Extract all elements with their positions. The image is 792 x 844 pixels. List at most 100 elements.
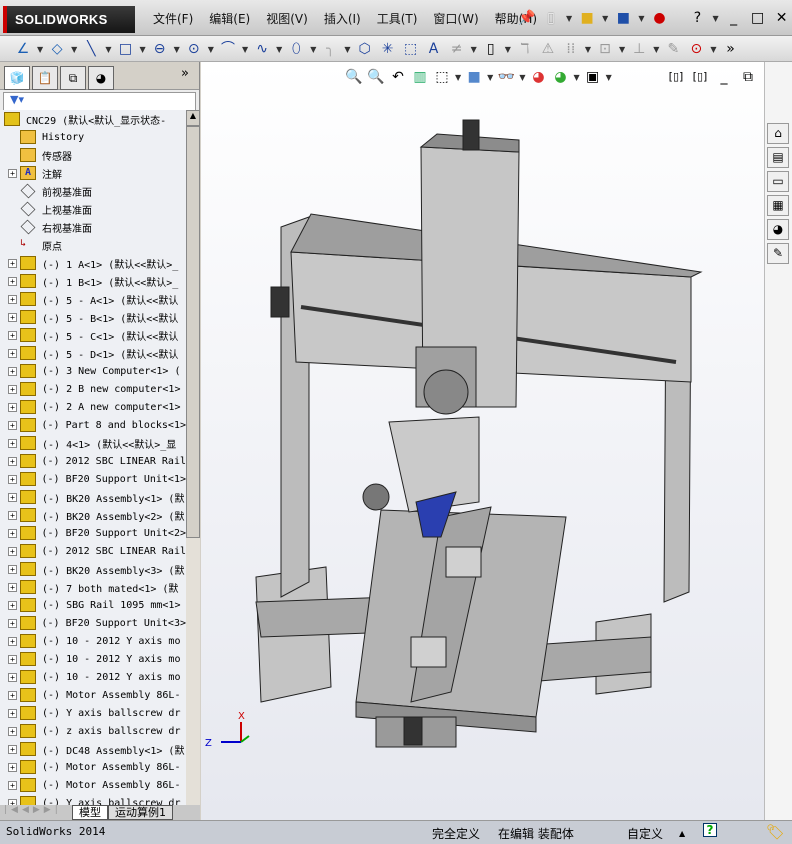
expand-icon[interactable]: + (8, 384, 17, 394)
expand-icon[interactable]: + (8, 528, 17, 538)
tree-item[interactable]: + (-) 2012 SBC LINEAR Rail (0, 542, 186, 560)
file-explorer-icon[interactable]: ▭ (767, 171, 789, 192)
scroll-thumb[interactable] (186, 126, 200, 538)
smart-dimension-icon[interactable]: ◇ (48, 40, 66, 58)
tree-item[interactable]: 上视基准面 (0, 200, 186, 218)
chevron-down-icon[interactable]: ▼ (139, 45, 145, 54)
tree-item[interactable]: + (-) z axis ballscrew dr (0, 722, 186, 740)
text-icon[interactable]: A (425, 40, 443, 58)
tree-item[interactable]: + (-) 7 both mated<1> (默 (0, 578, 186, 596)
chevron-down-icon[interactable]: ▼ (619, 45, 625, 54)
chevron-down-icon[interactable]: ▼ (712, 14, 718, 23)
tree-item[interactable]: 右视基准面 (0, 218, 186, 236)
tree-item[interactable]: + (-) 10 - 2012 Y axis mo (0, 632, 186, 650)
ellipse-icon[interactable]: ⬯ (287, 40, 305, 58)
repair-sketch-icon[interactable]: ✎ (664, 40, 682, 58)
circle-icon[interactable]: ⊙ (185, 40, 203, 58)
trim-icon[interactable]: ≠ (448, 40, 466, 58)
construction-geometry-icon[interactable]: ⬚ (402, 40, 420, 58)
filter-icon[interactable]: ▼▾ (10, 93, 24, 106)
units-up-arrow-icon[interactable]: ▲ (679, 829, 685, 838)
expand-icon[interactable]: + (8, 312, 17, 322)
home-icon[interactable]: ⌂ (767, 123, 789, 144)
menu-window[interactable]: 窗口(W) (425, 10, 486, 27)
convert-entities-icon[interactable]: ▯ (482, 40, 500, 58)
tree-item[interactable]: 前视基准面 (0, 182, 186, 200)
configuration-manager-tab-icon[interactable]: ⧉ (60, 66, 86, 90)
expand-icon[interactable]: + (8, 708, 17, 718)
tree-item[interactable]: + (-) BF20 Support Unit<2> (0, 524, 186, 542)
tree-item[interactable]: + (-) Motor Assembly 86L- (0, 776, 186, 794)
expand-icon[interactable]: + (8, 690, 17, 700)
chevron-down-icon[interactable]: ▼ (344, 45, 350, 54)
tree-filter[interactable]: ▼▾ (3, 92, 196, 112)
expand-icon[interactable]: + (8, 546, 17, 556)
expand-icon[interactable]: + (8, 330, 17, 340)
chevron-down-icon[interactable]: ▼ (471, 45, 477, 54)
slot-icon[interactable]: ⊖ (151, 40, 169, 58)
expand-icon[interactable]: + (8, 582, 17, 592)
expand-icon[interactable]: + (8, 456, 17, 466)
save-icon[interactable]: ■ (614, 9, 632, 27)
expand-icon[interactable]: + (8, 258, 17, 268)
tree-item[interactable]: + (-) 5 - B<1> (默认<<默认 (0, 308, 186, 326)
tree-item[interactable]: + (-) BK20 Assembly<2> (默 (0, 506, 186, 524)
tree-item[interactable]: + (-) BF20 Support Unit<1> (0, 470, 186, 488)
tree-item[interactable]: 传感器 (0, 146, 186, 164)
tree-item[interactable]: CNC29 (默认<默认_显示状态- (0, 110, 186, 128)
open-folder-icon[interactable]: ■ (578, 9, 596, 27)
tree-item[interactable]: + (-) Y axis ballscrew dr (0, 794, 186, 805)
expand-icon[interactable]: + (8, 564, 17, 574)
chevron-down-icon[interactable]: ▼ (174, 45, 180, 54)
chevron-down-icon[interactable]: ▼ (276, 45, 282, 54)
expand-icon[interactable]: + (8, 276, 17, 286)
arc-icon[interactable]: ⌒ (219, 40, 237, 58)
expand-icon[interactable]: + (8, 762, 17, 772)
mirror-icon[interactable]: ⚠ (539, 40, 557, 58)
tree-item[interactable]: + (-) Motor Assembly 86L- (0, 758, 186, 776)
tree-item[interactable]: + (-) BK20 Assembly<1> (默 (0, 488, 186, 506)
expand-icon[interactable]: + (8, 294, 17, 304)
chevron-down-icon[interactable]: ▼ (37, 45, 43, 54)
custom-properties-icon[interactable]: ✎ (767, 243, 789, 264)
expand-icon[interactable]: + (8, 726, 17, 736)
chevron-down-icon[interactable]: ▼ (242, 45, 248, 54)
tree-item[interactable]: + (-) DC48 Assembly<1> (默 (0, 740, 186, 758)
expand-icon[interactable]: + (8, 636, 17, 646)
tree-item[interactable]: + (-) 2012 SBC LINEAR Rail (0, 452, 186, 470)
tree-item[interactable]: + (-) 5 - A<1> (默认<<默认 (0, 290, 186, 308)
fillet-icon[interactable]: ╮ (321, 40, 339, 58)
menu-edit[interactable]: 编辑(E) (201, 10, 258, 27)
linear-pattern-icon[interactable]: ⁞⁞ (562, 40, 580, 58)
line-icon[interactable]: ╲ (82, 40, 100, 58)
tree-item[interactable]: + (-) 1 A<1> (默认<<默认>_ (0, 254, 186, 272)
expand-icon[interactable]: + (8, 438, 17, 448)
chevron-down-icon[interactable]: ▼ (710, 45, 716, 54)
move-entities-icon[interactable]: ⊡ (596, 40, 614, 58)
tree-item[interactable]: + (-) 10 - 2012 Y axis mo (0, 650, 186, 668)
expand-icon[interactable]: + (8, 780, 17, 790)
tree-item[interactable]: + (-) 2 A new computer<1> (0, 398, 186, 416)
expand-icon[interactable]: + (8, 348, 17, 358)
close-icon[interactable]: ✕ (773, 9, 791, 27)
tree-item[interactable]: History (0, 128, 186, 146)
tree-item[interactable]: + (-) 1 B<1> (默认<<默认>_ (0, 272, 186, 290)
menu-tools[interactable]: 工具(T) (369, 10, 426, 27)
expand-icon[interactable]: + (8, 402, 17, 412)
tree-item[interactable]: + (-) 5 - D<1> (默认<<默认 (0, 344, 186, 362)
expand-icon[interactable]: + (8, 420, 17, 430)
expand-icon[interactable]: + (8, 510, 17, 520)
expand-icon[interactable]: + (8, 168, 17, 178)
menu-view[interactable]: 视图(V) (258, 10, 316, 27)
expand-panel-button[interactable]: » (181, 66, 189, 89)
expand-icon[interactable]: + (8, 474, 17, 484)
sketch-icon[interactable]: ∠ (14, 40, 32, 58)
graphics-area[interactable]: 🔍 🔍 ↶ ▥ ⬚▼ ■▼ 👓▼ ◕ ◕▼ ▣▼ [▯] [▯] _ ⧉ ✕ (201, 62, 778, 820)
expand-icon[interactable]: + (8, 492, 17, 502)
tab-nav-arrows[interactable]: |◀◀▶▶| (0, 805, 72, 820)
chevron-down-icon[interactable]: ▼ (566, 14, 572, 23)
chevron-down-icon[interactable]: ▼ (505, 45, 511, 54)
expand-icon[interactable]: + (8, 600, 17, 610)
tree-item[interactable]: + (-) BK20 Assembly<3> (默 (0, 560, 186, 578)
tree-item[interactable]: + (-) 5 - C<1> (默认<<默认 (0, 326, 186, 344)
